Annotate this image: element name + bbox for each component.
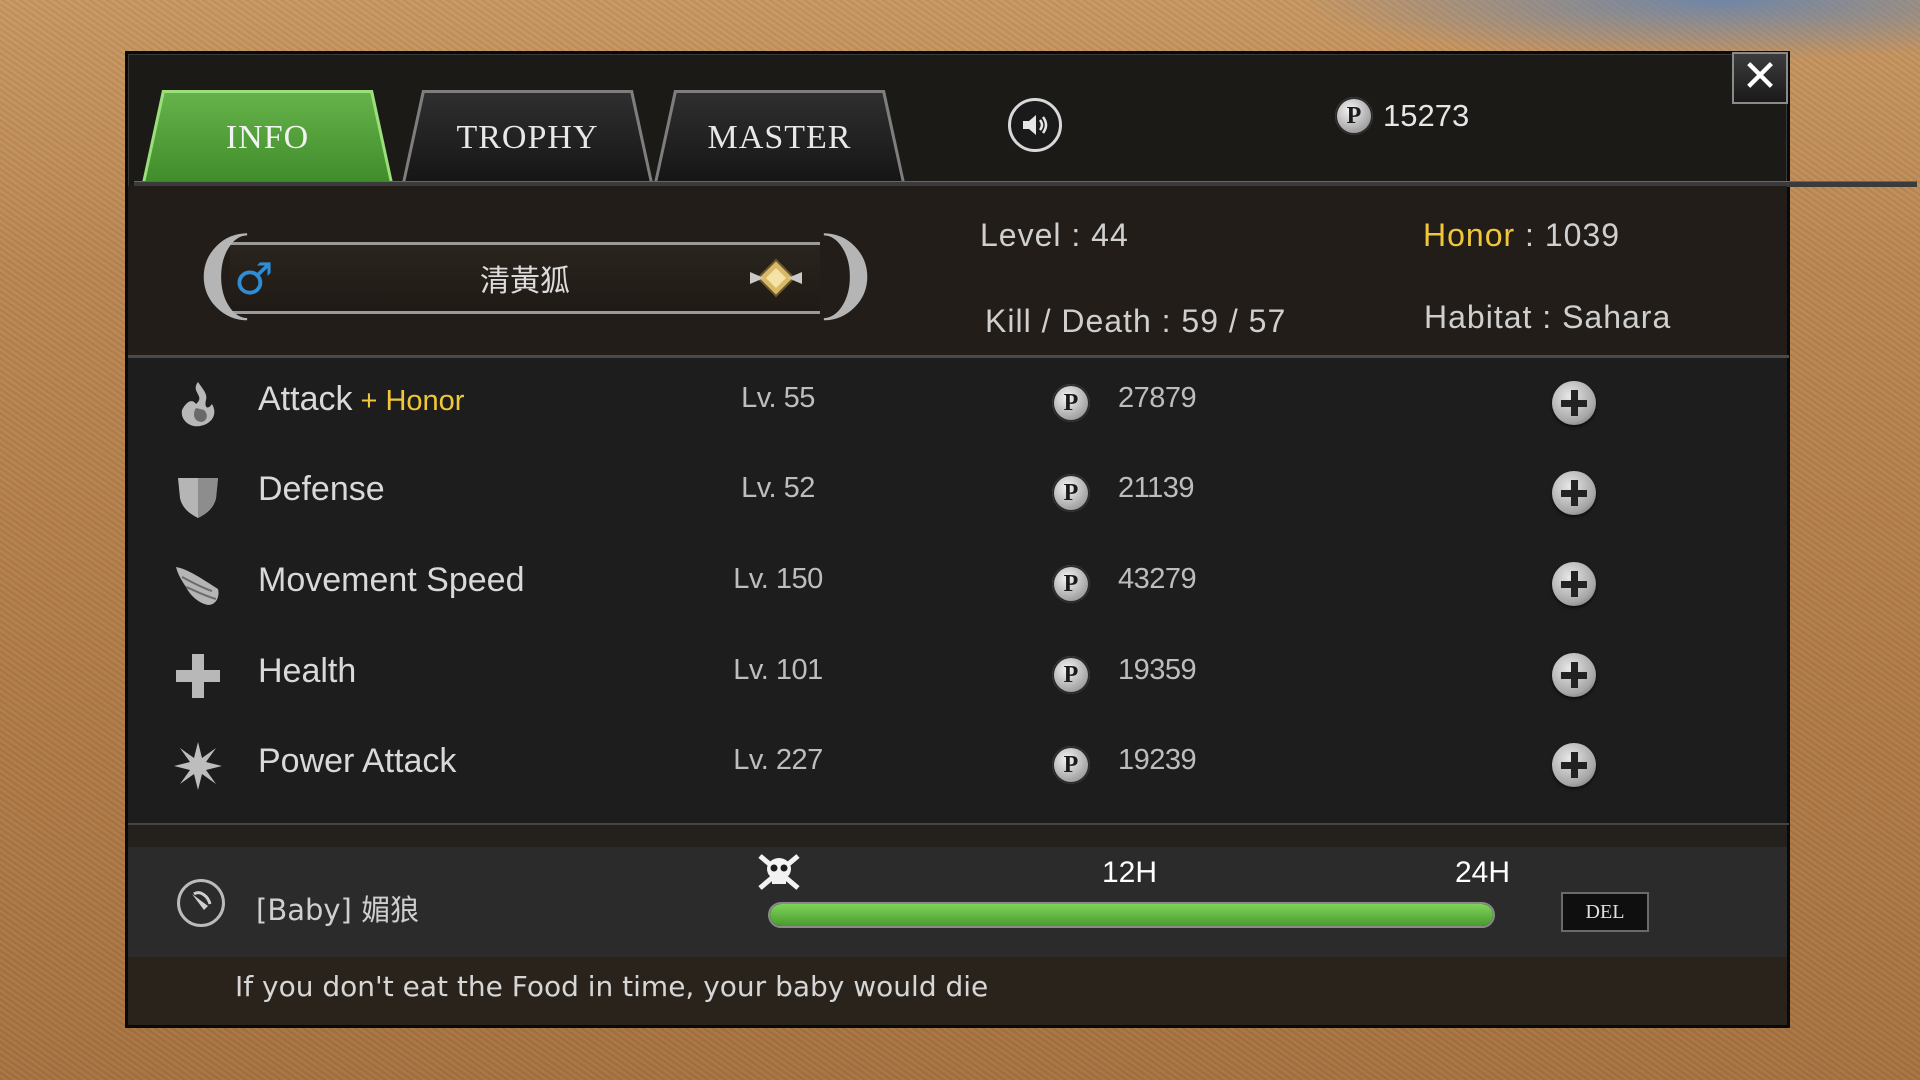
shield-icon xyxy=(178,478,218,518)
stat-row-movement-speed: Movement Speed Lv. 150 P 43279 xyxy=(128,539,1787,629)
stat-name: Power Attack xyxy=(258,742,457,780)
skull-crossbones-icon xyxy=(758,854,800,890)
pet-name: [Baby] 媚狼 xyxy=(256,893,420,927)
honor-key: Honor xyxy=(1423,217,1516,253)
pet-feed-icon[interactable] xyxy=(177,879,225,927)
tab-trophy[interactable]: TROPHY xyxy=(402,90,653,183)
points-coin-icon: P xyxy=(1052,656,1090,694)
cross-icon xyxy=(176,654,220,698)
upgrade-power-attack-button[interactable] xyxy=(1552,743,1596,787)
level-key: Level xyxy=(980,217,1062,253)
speaker-icon[interactable] xyxy=(1008,98,1062,152)
points-coin-icon: P xyxy=(1052,565,1090,603)
stat-cost: 19359 xyxy=(1118,654,1197,686)
wing-icon xyxy=(176,567,219,605)
honor-bonus-tag: + Honor xyxy=(360,385,465,417)
upgrade-attack-button[interactable] xyxy=(1552,381,1596,425)
upgrade-movement-speed-button[interactable] xyxy=(1552,562,1596,606)
points-coin-icon: P xyxy=(1335,97,1373,135)
stat-cost: 43279 xyxy=(1118,563,1197,595)
honor-value: 1039 xyxy=(1544,217,1621,253)
stat-name: Attack + Honor xyxy=(258,380,465,418)
stat-level: Lv. 227 xyxy=(733,744,823,776)
rank-emblem-icon xyxy=(750,258,802,303)
delete-pet-button[interactable]: DEL xyxy=(1561,892,1649,932)
stat-level: Lv. 150 xyxy=(733,563,823,595)
honor-stat: Honor : 1039 xyxy=(1423,217,1621,253)
close-button[interactable]: ✕ xyxy=(1732,52,1788,104)
points-value: 15273 xyxy=(1383,98,1470,133)
hunger-timer-fill xyxy=(770,904,1493,926)
stat-level: Lv. 101 xyxy=(733,654,823,686)
stat-name: Movement Speed xyxy=(258,561,525,599)
timer-end-label: 24H xyxy=(1455,856,1511,889)
tab-info[interactable]: INFO xyxy=(142,90,393,183)
points-coin-icon: P xyxy=(1052,474,1090,512)
level-stat: Level : 44 xyxy=(980,217,1129,253)
flame-icon xyxy=(181,382,215,427)
tab-info-label: INFO xyxy=(225,119,310,156)
stat-cost: 21139 xyxy=(1118,472,1195,504)
timer-mid-label: 12H xyxy=(1102,856,1158,889)
burst-icon xyxy=(174,742,222,790)
stat-cost: 19239 xyxy=(1118,744,1197,776)
stat-name: Defense xyxy=(258,470,385,508)
level-value: 44 xyxy=(1091,217,1129,253)
tab-trophy-label: TROPHY xyxy=(456,119,599,156)
stat-row-health: Health Lv. 101 P 19359 xyxy=(128,630,1787,720)
stat-level: Lv. 52 xyxy=(741,472,815,504)
stat-name: Health xyxy=(258,652,357,690)
male-gender-icon: ♂ xyxy=(234,254,274,305)
hunger-timer-bar xyxy=(768,902,1495,928)
points-coin-icon: P xyxy=(1052,746,1090,784)
section-gap xyxy=(128,825,1787,847)
stat-level: Lv. 55 xyxy=(741,382,815,414)
tab-master[interactable]: MASTER xyxy=(654,90,905,183)
stat-row-attack: Attack + Honor Lv. 55 P 27879 xyxy=(128,358,1787,448)
habitat-key: Habitat xyxy=(1424,299,1533,335)
pet-warning-text: If you don't eat the Food in time, your … xyxy=(235,970,989,1003)
stat-cost: 27879 xyxy=(1118,382,1197,414)
right-bracket-icon: ❩ xyxy=(805,218,886,330)
habitat-stat: Habitat : Sahara xyxy=(1424,299,1672,335)
stats-table: Attack + Honor Lv. 55 P 27879 Defense Lv.… xyxy=(128,358,1787,823)
kill-death-value: 59 / 57 xyxy=(1181,303,1287,339)
upgrade-health-button[interactable] xyxy=(1552,653,1596,697)
points-display: P 15273 xyxy=(1335,97,1469,135)
habitat-value: Sahara xyxy=(1562,299,1672,335)
player-name: 清黃狐 xyxy=(480,264,570,299)
kill-death-stat: Kill / Death : 59 / 57 xyxy=(985,303,1287,339)
tab-master-label: MASTER xyxy=(707,119,852,156)
kill-death-key: Kill / Death xyxy=(985,303,1152,339)
upgrade-defense-button[interactable] xyxy=(1552,471,1596,515)
points-coin-icon: P xyxy=(1052,384,1090,422)
stat-row-defense: Defense Lv. 52 P 21139 xyxy=(128,448,1787,538)
stat-row-power-attack: Power Attack Lv. 227 P 19239 xyxy=(128,720,1787,810)
